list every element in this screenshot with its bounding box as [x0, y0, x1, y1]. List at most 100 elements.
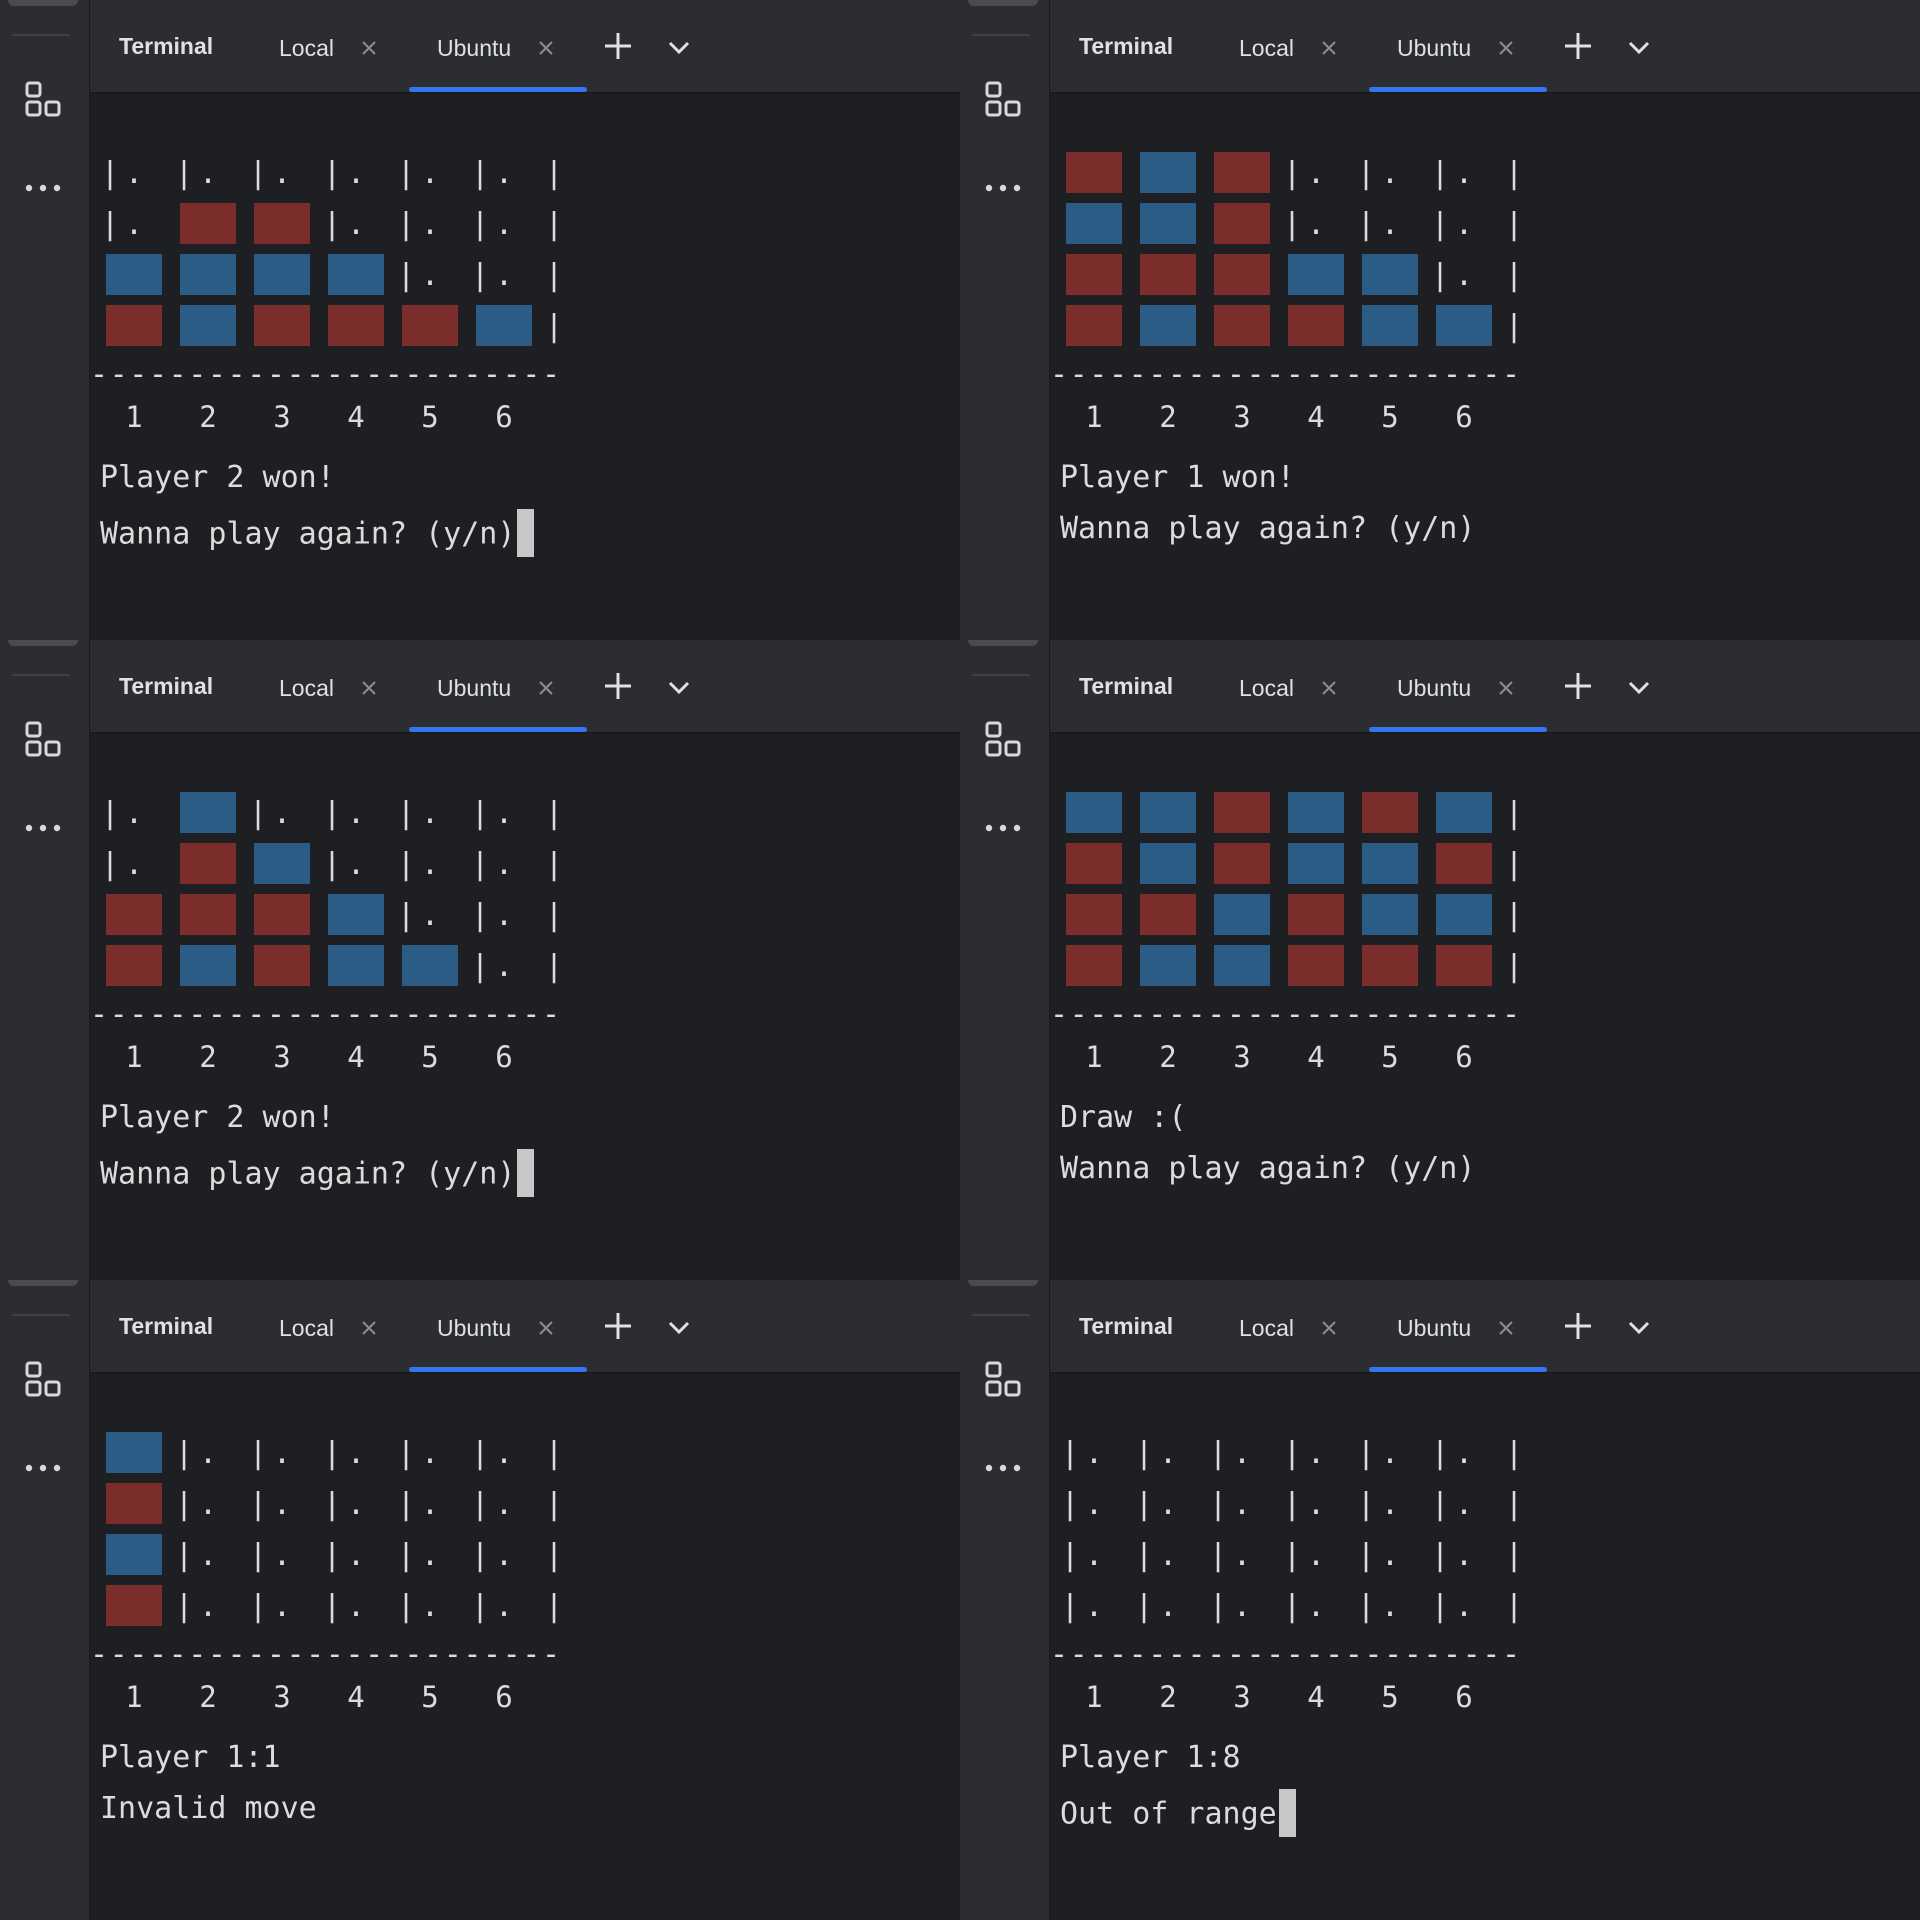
- cell-separator: |: [397, 156, 415, 191]
- terminal-panel-5: Terminal Local Ubuntu | | | | | | . . . …: [0, 1280, 960, 1920]
- empty-cell: .: [1307, 207, 1325, 242]
- cell-separator: |: [1505, 1487, 1523, 1522]
- plus-icon[interactable]: [1560, 1308, 1596, 1344]
- chevron-down-icon[interactable]: [662, 670, 696, 704]
- terminal-output[interactable]: |||||||.....|||||||....|||||||..|||||||.…: [90, 734, 960, 1280]
- rail-handle[interactable]: [968, 1280, 1038, 1286]
- chevron-down-icon[interactable]: [1622, 30, 1656, 64]
- tab-label: Ubuntu: [437, 674, 512, 701]
- active-tab-indicator: [409, 727, 587, 732]
- tab-local[interactable]: Local: [279, 1308, 380, 1348]
- player2-disc: [476, 305, 532, 346]
- board-separator: ------------------------: [90, 997, 560, 1032]
- cell-separator: |: [1283, 1589, 1301, 1624]
- empty-cell: .: [1455, 258, 1473, 293]
- plus-icon[interactable]: [600, 668, 636, 704]
- plus-icon[interactable]: [1560, 668, 1596, 704]
- empty-cell: .: [1085, 1436, 1103, 1471]
- chevron-down-icon[interactable]: [1622, 1310, 1656, 1344]
- tab-ubuntu[interactable]: Ubuntu: [1397, 668, 1517, 708]
- tab-ubuntu[interactable]: Ubuntu: [437, 28, 557, 68]
- more-icon[interactable]: [13, 1438, 73, 1498]
- cell-separator: |: [471, 258, 489, 293]
- cell-separator: |: [1357, 1487, 1375, 1522]
- column-number: 4: [1307, 1040, 1324, 1074]
- tab-ubuntu[interactable]: Ubuntu: [1397, 28, 1517, 68]
- close-icon[interactable]: [1495, 37, 1517, 59]
- tab-local[interactable]: Local: [1239, 28, 1340, 68]
- chevron-down-icon[interactable]: [1622, 670, 1656, 704]
- rail-handle[interactable]: [8, 640, 78, 646]
- empty-cell: .: [199, 1589, 217, 1624]
- player1-disc: [106, 305, 162, 346]
- player1-disc: [1066, 894, 1122, 935]
- player1-disc: [1066, 305, 1122, 346]
- empty-cell: .: [199, 1487, 217, 1522]
- active-tab-indicator: [1369, 727, 1547, 732]
- tab-local[interactable]: Local: [279, 28, 380, 68]
- cell-separator: |: [1283, 156, 1301, 191]
- more-icon[interactable]: [973, 798, 1033, 858]
- close-icon[interactable]: [1495, 1317, 1517, 1339]
- structure-icon[interactable]: [13, 710, 73, 770]
- player2-disc: [1362, 254, 1418, 295]
- terminal-output[interactable]: ||||||||||||||||||||||||||||------------…: [1050, 734, 1920, 1280]
- chevron-down-icon[interactable]: [662, 1310, 696, 1344]
- structure-icon[interactable]: [13, 1350, 73, 1410]
- empty-cell: .: [347, 1538, 365, 1573]
- rail-handle[interactable]: [8, 1280, 78, 1286]
- tab-local[interactable]: Local: [1239, 668, 1340, 708]
- player1-disc: [1214, 305, 1270, 346]
- close-icon[interactable]: [358, 1317, 380, 1339]
- tab-label: Ubuntu: [1397, 34, 1472, 61]
- player1-disc: [254, 945, 310, 986]
- plus-icon[interactable]: [600, 28, 636, 64]
- structure-icon[interactable]: [13, 70, 73, 130]
- plus-icon[interactable]: [1560, 28, 1596, 64]
- structure-icon[interactable]: [973, 710, 1033, 770]
- active-tab-indicator: [409, 87, 587, 92]
- structure-icon[interactable]: [973, 1350, 1033, 1410]
- close-icon[interactable]: [358, 37, 380, 59]
- tab-ubuntu[interactable]: Ubuntu: [437, 668, 557, 708]
- tab-local[interactable]: Local: [279, 668, 380, 708]
- tab-ubuntu[interactable]: Ubuntu: [1397, 1308, 1517, 1348]
- rail-handle[interactable]: [8, 0, 78, 6]
- empty-cell: .: [125, 207, 143, 242]
- rail-handle[interactable]: [968, 0, 1038, 6]
- terminal-output[interactable]: |||||||......|||||||....|||||||..|||||||…: [90, 94, 960, 640]
- more-icon[interactable]: [13, 158, 73, 218]
- close-icon[interactable]: [1495, 677, 1517, 699]
- structure-icon[interactable]: [973, 70, 1033, 130]
- plus-icon[interactable]: [600, 1308, 636, 1344]
- tab-ubuntu[interactable]: Ubuntu: [437, 1308, 557, 1348]
- close-icon[interactable]: [535, 37, 557, 59]
- empty-cell: .: [1381, 1436, 1399, 1471]
- player2-disc: [1140, 945, 1196, 986]
- close-icon[interactable]: [535, 1317, 557, 1339]
- rail-handle[interactable]: [968, 640, 1038, 646]
- tab-local[interactable]: Local: [1239, 1308, 1340, 1348]
- player1-disc: [106, 1483, 162, 1524]
- cell-separator: |: [101, 207, 119, 242]
- tool-window-rail: [960, 640, 1050, 1280]
- more-icon[interactable]: [973, 1438, 1033, 1498]
- column-number: 2: [1159, 1680, 1176, 1714]
- more-icon[interactable]: [13, 798, 73, 858]
- close-icon[interactable]: [535, 677, 557, 699]
- player2-disc: [328, 254, 384, 295]
- cell-separator: |: [101, 796, 119, 831]
- close-icon[interactable]: [1318, 37, 1340, 59]
- chevron-down-icon[interactable]: [662, 30, 696, 64]
- close-icon[interactable]: [358, 677, 380, 699]
- terminal-output[interactable]: | | | | | | |...... | | | | | | |...... | | | | | | |...... |…: [1050, 1374, 1920, 1920]
- more-icon[interactable]: [973, 158, 1033, 218]
- terminal-output[interactable]: |||||||...|||||||...|||||||.|||||||-----…: [1050, 94, 1920, 640]
- close-icon[interactable]: [1318, 677, 1340, 699]
- empty-cell: .: [1307, 1436, 1325, 1471]
- cell-separator: |: [249, 796, 267, 831]
- status-line: Player 1:1: [100, 1740, 281, 1775]
- close-icon[interactable]: [1318, 1317, 1340, 1339]
- terminal-output[interactable]: |||||||.....|||||||.....|||||||.....||||…: [90, 1374, 960, 1920]
- column-number: 3: [273, 1680, 290, 1714]
